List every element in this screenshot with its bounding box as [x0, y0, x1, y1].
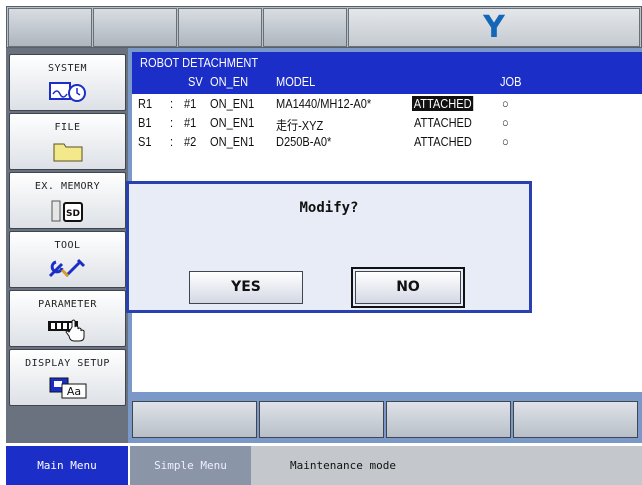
yes-button[interactable]: YES [189, 271, 303, 304]
function-button-1[interactable] [132, 401, 257, 438]
job-radio-icon[interactable]: ○ [502, 115, 509, 130]
top-button-2[interactable] [93, 8, 177, 47]
column-header-sv: SV [188, 74, 203, 89]
no-button[interactable]: NO [351, 267, 465, 308]
function-button-4[interactable] [513, 401, 638, 438]
row-separator: : [170, 96, 174, 111]
row-separator: : [170, 134, 174, 149]
row-group: S1 [138, 134, 152, 149]
parameter-hand-icon [46, 313, 90, 343]
row-on-en: ON_EN1 [210, 96, 255, 111]
logo-area: Y [348, 8, 640, 47]
top-button-1[interactable] [8, 8, 92, 47]
sidebar-item-label: FILE [54, 122, 81, 133]
sidebar-item-label: SYSTEM [47, 63, 88, 74]
table-row[interactable]: S1 : #2 ON_EN1 D250B-A0* ATTACHED ○ [138, 134, 638, 150]
row-on-en: ON_EN1 [210, 134, 255, 149]
table-row[interactable]: B1 : #1 ON_EN1 走行-XYZ ATTACHED ○ [138, 115, 638, 133]
row-status-selected[interactable]: ATTACHED [412, 96, 474, 111]
modify-confirm-dialog: Modify? YES NO [126, 181, 532, 313]
sidebar-item-label: TOOL [54, 240, 81, 251]
status-bar: Main Menu Simple Menu Maintenance mode [6, 446, 642, 485]
job-radio-icon[interactable]: ○ [502, 96, 509, 111]
row-model: MA1440/MH12-A0* [276, 96, 372, 111]
screen-header: ROBOT DETACHMENT SV ON_EN MODEL JOB [132, 52, 642, 94]
function-button-3[interactable] [386, 401, 511, 438]
page-title: ROBOT DETACHMENT [140, 55, 259, 70]
sidebar-item-file[interactable]: FILE [9, 113, 126, 170]
row-group: R1 [138, 96, 153, 111]
sidebar-item-ex-memory[interactable]: EX. MEMORY SD [9, 172, 126, 229]
row-separator: : [170, 115, 174, 130]
sidebar-item-label: DISPLAY SETUP [25, 358, 110, 369]
system-display-clock-icon [48, 81, 88, 103]
row-on-en: ON_EN1 [210, 115, 255, 130]
row-model: D250B-A0* [276, 134, 332, 149]
yaskawa-logo: Y [483, 10, 505, 45]
row-sv: #1 [184, 115, 197, 130]
row-status[interactable]: ATTACHED [414, 134, 472, 149]
sidebar-item-label: PARAMETER [38, 299, 97, 310]
top-button-3[interactable] [178, 8, 262, 47]
function-button-2[interactable] [259, 401, 384, 438]
main-menu-button[interactable]: Main Menu [6, 446, 128, 485]
column-header-on-en: ON_EN [210, 74, 249, 89]
function-key-bar [128, 396, 642, 443]
top-toolbar: Y [6, 6, 642, 48]
row-sv: #1 [184, 96, 197, 111]
tools-icon [46, 256, 90, 280]
sidebar-item-label: EX. MEMORY [34, 181, 101, 192]
row-status[interactable]: ATTACHED [414, 115, 472, 130]
dialog-message: Modify? [299, 200, 359, 216]
row-sv: #2 [184, 134, 197, 149]
svg-text:Aa: Aa [66, 385, 80, 398]
svg-text:SD: SD [66, 209, 80, 219]
simple-menu-button[interactable]: Simple Menu [128, 446, 251, 485]
top-button-4[interactable] [263, 8, 347, 47]
main-menu-sidebar: SYSTEM FILE EX. MEMORY SD TOOL PARAMETER… [6, 48, 128, 443]
job-radio-icon[interactable]: ○ [502, 134, 509, 149]
display-setup-icon: Aa [48, 376, 88, 400]
folder-icon [53, 140, 83, 162]
table-row[interactable]: R1 : #1 ON_EN1 MA1440/MH12-A0* ATTACHED … [138, 96, 638, 112]
row-group: B1 [138, 115, 152, 130]
sidebar-item-system[interactable]: SYSTEM [9, 54, 126, 111]
sidebar-item-display-setup[interactable]: DISPLAY SETUP Aa [9, 349, 126, 406]
sidebar-item-parameter[interactable]: PARAMETER [9, 290, 126, 347]
column-header-job: JOB [500, 74, 522, 89]
mode-status-text: Maintenance mode [290, 459, 396, 472]
sd-card-icon: SD [50, 199, 86, 223]
sidebar-item-tool[interactable]: TOOL [9, 231, 126, 288]
row-model: 走行-XYZ [276, 118, 324, 133]
column-header-model: MODEL [276, 74, 316, 89]
